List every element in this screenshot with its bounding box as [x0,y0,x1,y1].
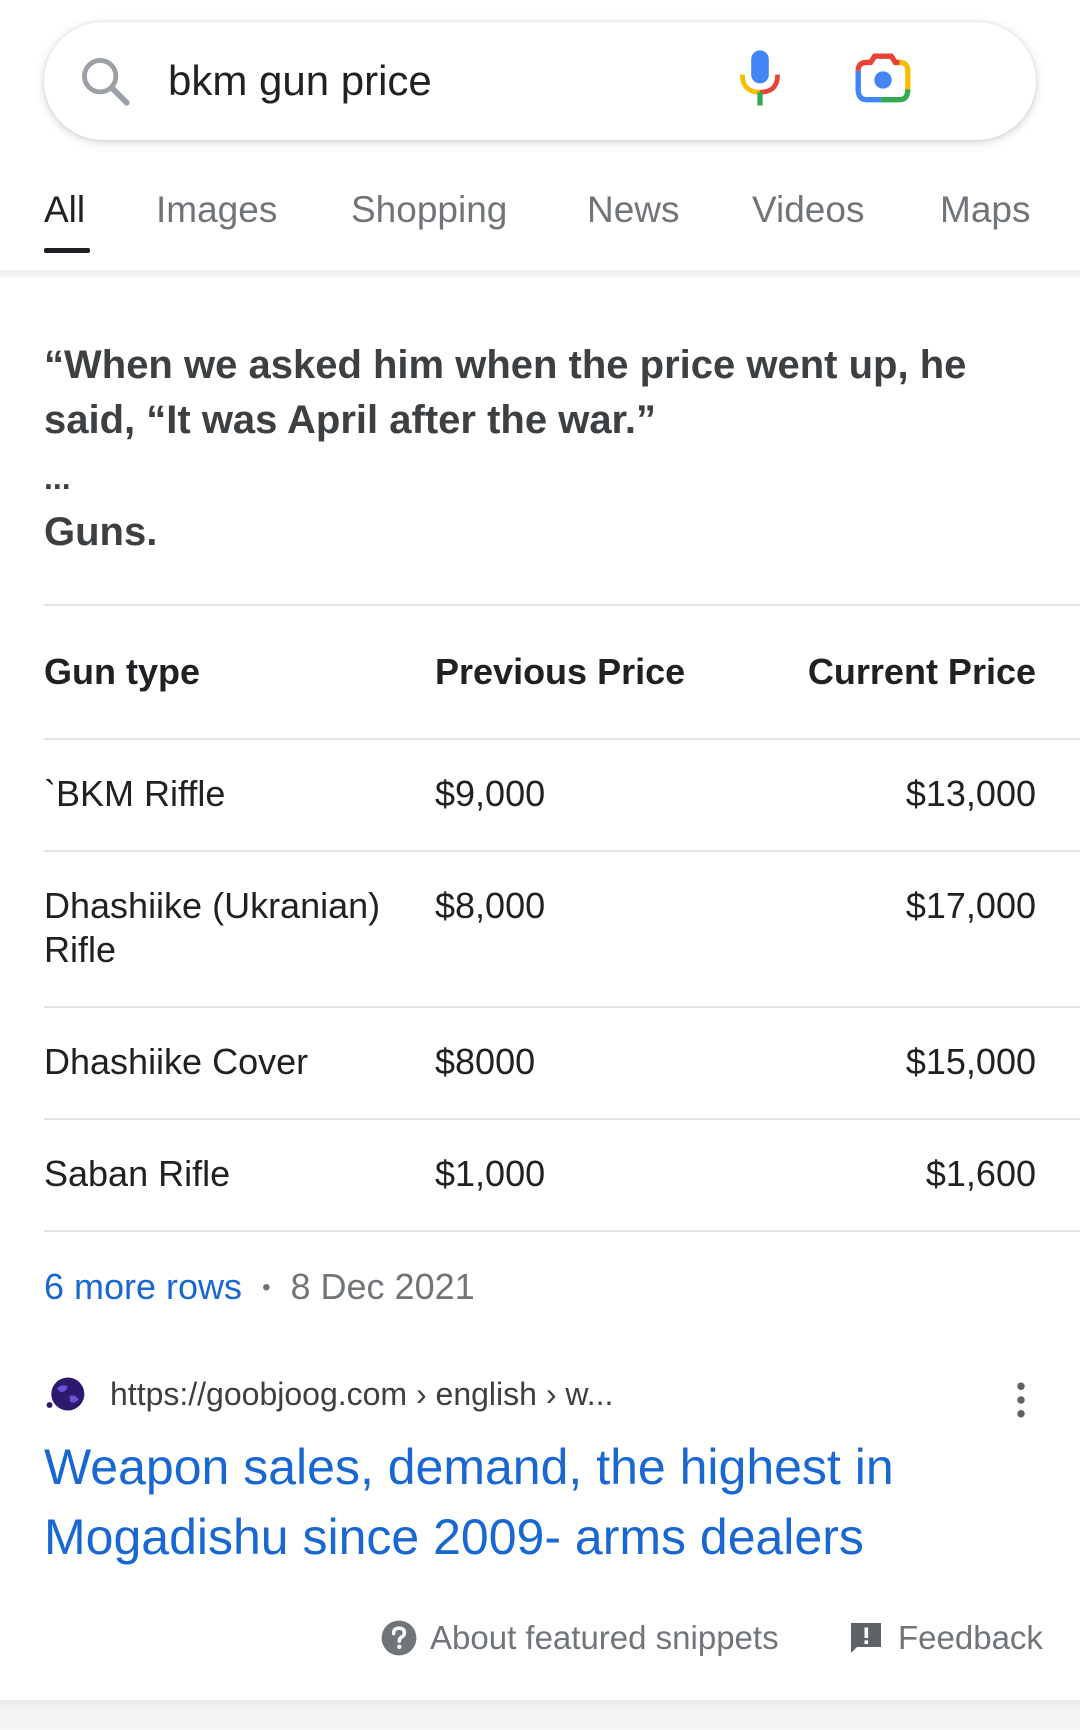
search-bar[interactable]: bkm gun price [44,22,1036,140]
table-more-rows-line: 6 more rows • 8 Dec 2021 [44,1265,475,1310]
feedback-label: Feedback [898,1619,1043,1656]
snippet-quote: “When we asked him when the price went u… [44,343,967,442]
tab-maps[interactable]: Maps [940,188,1030,232]
table-cell-current-price: $13,000 [905,773,1036,814]
table-cell-gun-type: `BKM Riffle [44,773,226,814]
tab-all[interactable]: All [44,188,85,232]
table-cell-current-price: $17,000 [905,885,1036,926]
table-row: Saban Rifle $1,000 $1,600 [44,1118,1080,1232]
table-row: Dhashiike (Ukranian) Rifle $8,000 $17,00… [44,850,1080,1006]
tab-news[interactable]: News [587,188,680,232]
snippet-date: 8 Dec 2021 [290,1266,475,1307]
about-featured-snippets-label: About featured snippets [430,1619,779,1656]
price-table: Gun type Previous Price Current Price `B… [44,604,1080,1232]
table-cell-previous-price: $9,000 [435,773,546,814]
search-results-page: bkm gun price All Images Shopping News V… [0,0,1080,1730]
table-header-current-price: Current Price [807,651,1036,692]
result-url[interactable]: https://goobjoog.com › english › w... [110,1372,613,1416]
help-icon [381,1620,417,1656]
globe-favicon-icon [46,1377,85,1411]
separator-dot: • [262,1274,271,1301]
table-header-gun-type: Gun type [44,651,201,692]
tab-shopping[interactable]: Shopping [351,188,507,232]
snippet-ellipsis: ... [44,460,71,496]
more-rows-link[interactable]: 6 more rows [44,1266,242,1307]
tab-videos[interactable]: Videos [752,188,864,232]
search-input[interactable]: bkm gun price [168,55,432,107]
about-featured-snippets[interactable]: About featured snippets [380,1614,779,1662]
table-row: Dhashiike Cover $8000 $15,000 [44,1006,1080,1118]
lens-icon[interactable] [852,52,914,108]
search-icon[interactable] [76,52,134,110]
mic-icon[interactable] [732,46,788,112]
result-title-link[interactable]: Weapon sales, demand, the highest in Mog… [44,1432,1024,1572]
table-header-previous-price: Previous Price [435,651,686,692]
table-row: `BKM Riffle $9,000 $13,000 [44,738,1080,850]
feedback-icon [851,1623,881,1653]
section-divider [0,1700,1080,1730]
table-cell-gun-type: Dhashiike Cover [44,1041,309,1082]
tab-images[interactable]: Images [156,188,277,232]
active-tab-indicator [44,248,90,253]
search-tabs: All Images Shopping News Videos Maps [0,170,1080,270]
feedback-button[interactable]: Feedback [848,1614,1043,1662]
table-cell-current-price: $15,000 [905,1041,1036,1082]
table-cell-gun-type: Saban Rifle [44,1153,231,1194]
table-cell-current-price: $1,600 [925,1153,1036,1194]
table-header-row: Gun type Previous Price Current Price [44,604,1080,738]
table-cell-previous-price: $8,000 [435,885,546,926]
table-cell-previous-price: $8000 [435,1041,536,1082]
kebab-menu-icon[interactable] [1006,1380,1036,1420]
snippet-tail: Guns. [44,510,158,554]
tabs-divider [0,270,1080,278]
table-cell-gun-type: Dhashiike (Ukranian) Rifle [44,885,381,970]
table-cell-previous-price: $1,000 [435,1153,546,1194]
